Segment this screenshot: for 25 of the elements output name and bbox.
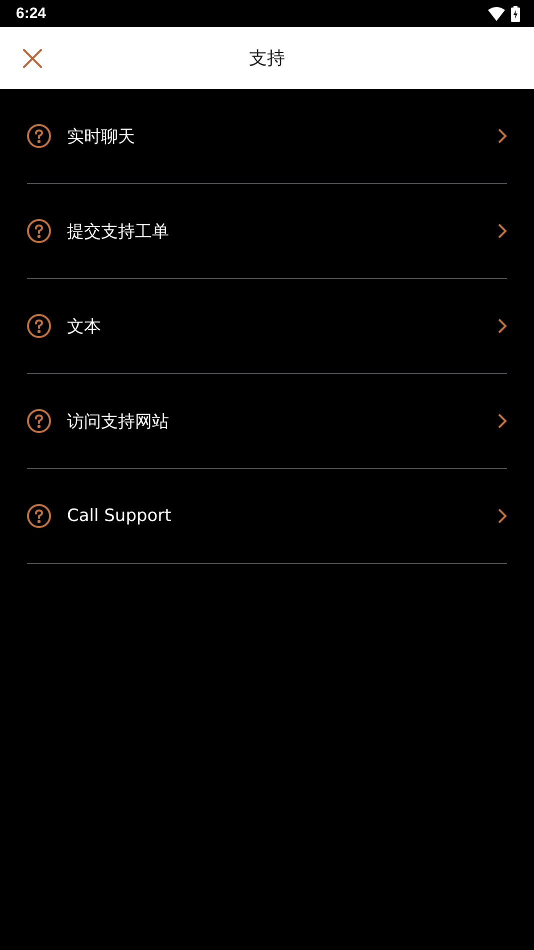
support-option[interactable]: 文本 — [27, 279, 507, 374]
chevron-right-icon — [497, 128, 507, 144]
support-option[interactable]: 实时聊天 — [27, 89, 507, 184]
battery-icon — [511, 6, 520, 22]
support-option[interactable]: 提交支持工单 — [27, 184, 507, 279]
question-icon — [27, 409, 51, 433]
close-icon — [22, 48, 42, 68]
chevron-right-icon — [497, 508, 507, 524]
option-label: 文本 — [67, 316, 102, 338]
option-label: 实时聊天 — [67, 126, 136, 148]
chevron-right-icon — [497, 223, 507, 239]
chevron-right-icon — [497, 413, 507, 429]
chevron-right-icon — [497, 318, 507, 334]
option-label: 提交支持工单 — [67, 220, 170, 242]
question-icon — [27, 124, 51, 148]
option-label: Call Support — [67, 506, 172, 526]
question-icon — [27, 314, 51, 338]
page-title: 支持 — [249, 47, 285, 70]
question-icon — [27, 219, 51, 243]
option-label: 访问支持网站 — [67, 410, 170, 432]
wifi-icon — [488, 6, 505, 20]
support-option[interactable]: 访问支持网站 — [27, 374, 507, 469]
status-time: 6:24 — [16, 5, 46, 22]
question-icon — [27, 504, 51, 528]
support-option[interactable]: Call Support — [27, 469, 507, 564]
